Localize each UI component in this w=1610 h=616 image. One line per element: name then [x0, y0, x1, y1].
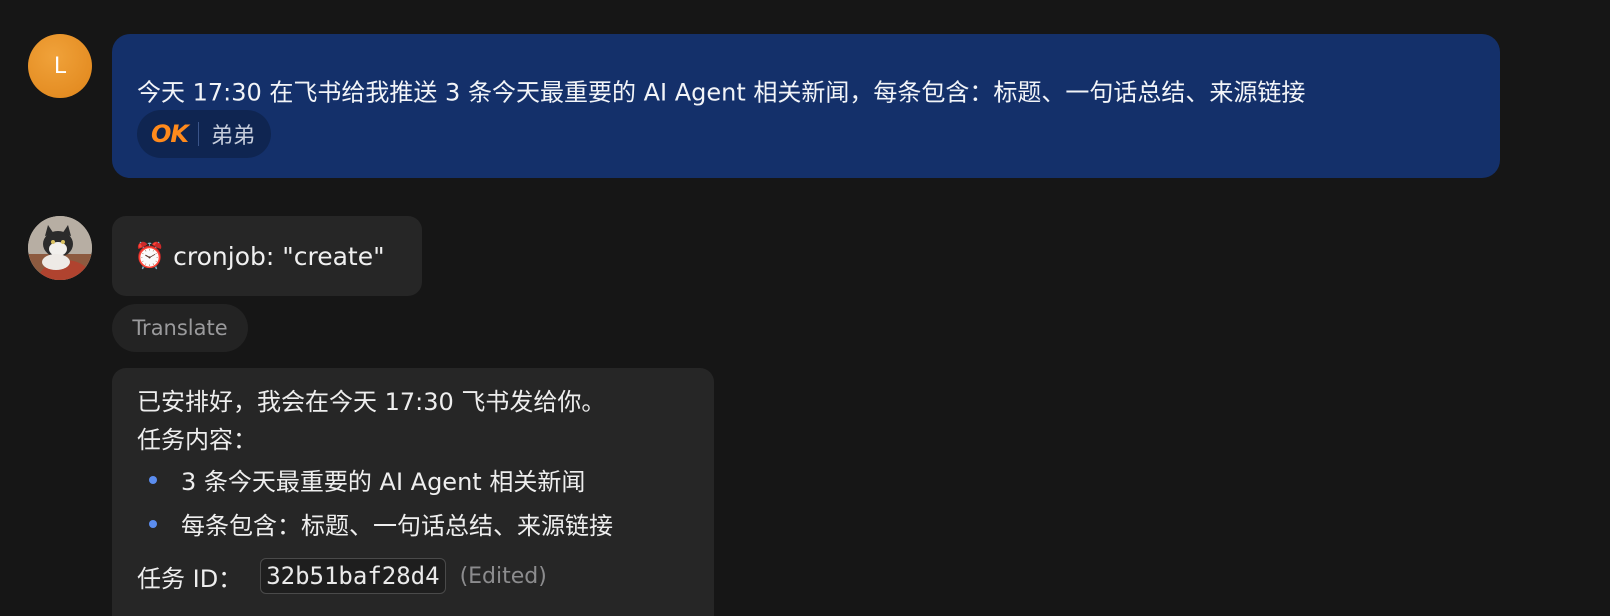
- reply-line-1: 已安排好，我会在今天 17:30 飞书发给你。: [137, 388, 606, 416]
- task-id-label: 任务 ID：: [137, 564, 243, 593]
- reaction-chip[interactable]: OK 弟弟: [137, 110, 272, 158]
- user-avatar[interactable]: L: [28, 34, 92, 98]
- task-id-row: 任务 ID： 32b51baf28d4 (Edited): [137, 558, 547, 594]
- list-item: 3 条今天最重要的 AI Agent 相关新闻: [137, 462, 585, 497]
- list-item: 每条包含：标题、一句话总结、来源链接: [137, 506, 613, 541]
- user-message-text: 今天 17:30 在飞书给我推送 3 条今天最重要的 AI Agent 相关新闻…: [137, 78, 1306, 107]
- alarm-clock-icon: ⏰: [134, 241, 166, 270]
- reaction-divider: [198, 122, 199, 146]
- reply-line-2: 任务内容：: [137, 426, 257, 454]
- list-item-text: 每条包含：标题、一句话总结、来源链接: [181, 512, 613, 540]
- cat-avatar-icon: [28, 216, 92, 280]
- translate-button[interactable]: Translate: [112, 304, 248, 352]
- bot-avatar[interactable]: [28, 216, 92, 280]
- bullet-dot-icon: [149, 519, 157, 528]
- tool-call-label: cronjob: "create": [173, 241, 385, 271]
- reaction-user-name: 弟弟: [211, 124, 256, 149]
- edited-indicator: (Edited): [459, 563, 547, 589]
- ok-emoji-icon: OK: [151, 120, 189, 148]
- assistant-reply-bubble: 已安排好，我会在今天 17:30 飞书发给你。 任务内容： 3 条今天最重要的 …: [112, 368, 714, 616]
- task-id-code[interactable]: 32b51baf28d4: [260, 558, 446, 594]
- bullet-dot-icon: [149, 475, 157, 484]
- tool-call-bubble[interactable]: ⏰ cronjob: "create": [112, 216, 422, 296]
- user-avatar-initial: L: [53, 53, 67, 79]
- user-message-bubble: 今天 17:30 在飞书给我推送 3 条今天最重要的 AI Agent 相关新闻…: [112, 34, 1500, 178]
- list-item-text: 3 条今天最重要的 AI Agent 相关新闻: [181, 468, 586, 496]
